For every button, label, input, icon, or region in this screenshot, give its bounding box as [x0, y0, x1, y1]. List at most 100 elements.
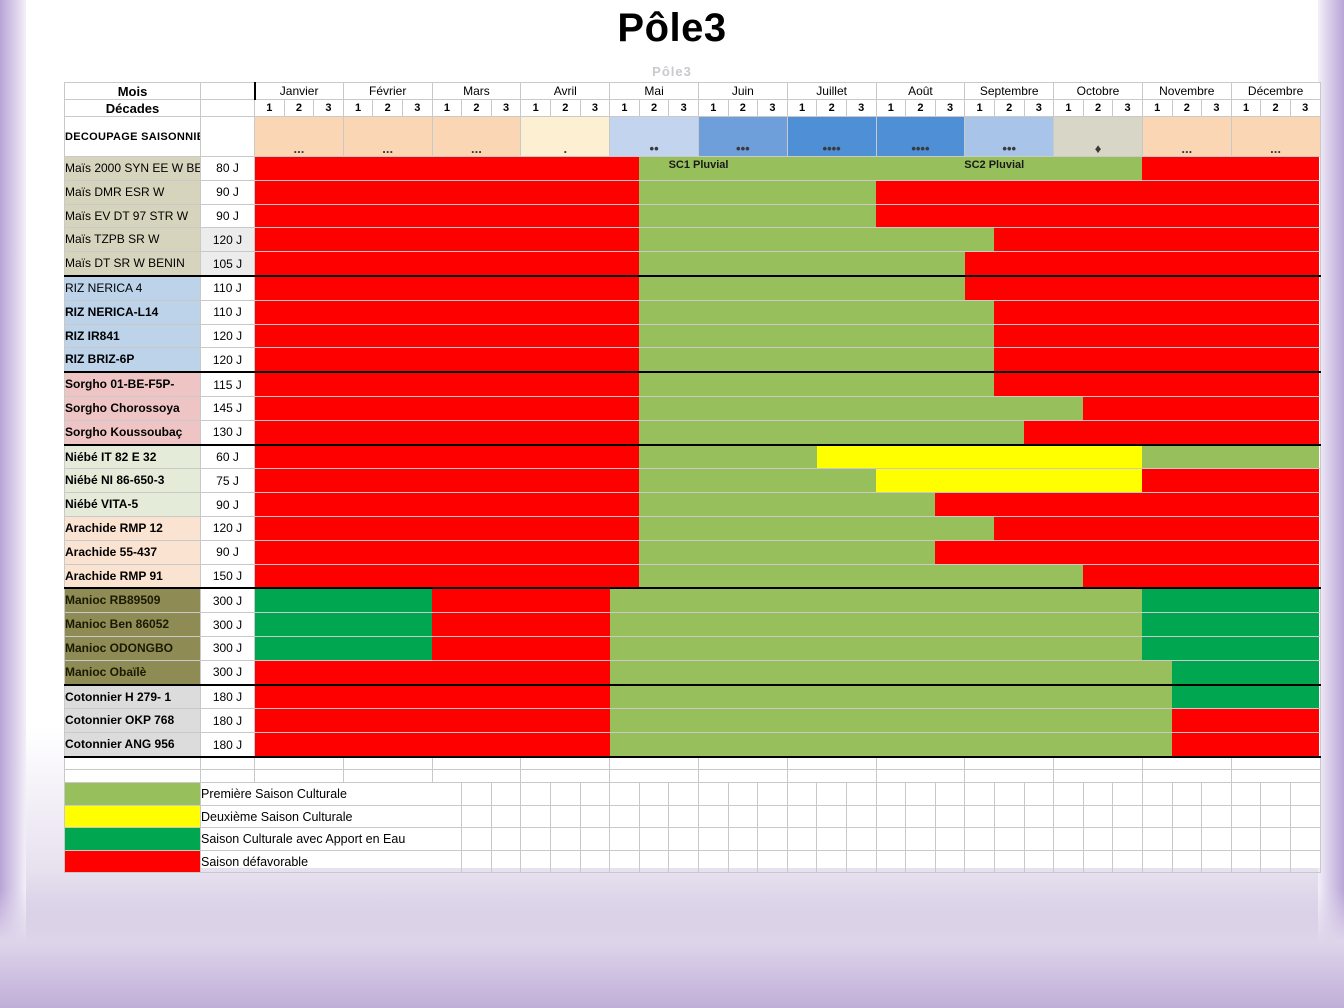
table-row[interactable]: Manioc RB89509 300 J: [64, 587, 1321, 614]
table-row[interactable]: RIZ NERICA-L14 110 J: [64, 299, 1321, 325]
crop-season-bar[interactable]: [254, 563, 1321, 589]
crop-cycle-days: 75 J: [200, 468, 255, 494]
crop-season-bar[interactable]: [254, 468, 1321, 494]
table-row[interactable]: Sorgho Chorossoya 145 J: [64, 395, 1321, 421]
crop-season-bar[interactable]: [254, 587, 1321, 614]
crop-season-bar[interactable]: SC1 Pluvial SC2 Pluvial: [254, 156, 1321, 181]
crop-variety-name: Cotonnier H 279- 1: [64, 683, 201, 710]
faded-title: Pôle3: [652, 64, 692, 76]
legend-filler: [490, 849, 522, 874]
crop-cycle-days: 110 J: [200, 274, 255, 301]
crop-season-bar[interactable]: [254, 683, 1321, 710]
table-row[interactable]: RIZ IR841 120 J: [64, 323, 1321, 349]
table-row[interactable]: Maïs TZPB SR W 120 J: [64, 227, 1321, 253]
crop-season-bar[interactable]: [254, 612, 1321, 637]
season-segment-red: [875, 181, 1320, 204]
table-row[interactable]: Sorgho Koussoubaç 130 J: [64, 419, 1321, 446]
crop-variety-name: Niébé IT 82 E 32: [64, 443, 201, 470]
crop-season-bar[interactable]: [254, 419, 1321, 446]
spacer-cell: [1230, 755, 1321, 771]
table-row[interactable]: RIZ NERICA 4 110 J: [64, 274, 1321, 301]
table-row[interactable]: Maïs DT SR W BENIN 105 J: [64, 251, 1321, 277]
spacer-row: [64, 755, 1321, 771]
crop-cycle-days: 90 J: [200, 179, 255, 205]
table-row[interactable]: Manioc ODONGBO 300 J: [64, 635, 1321, 661]
season-segment-red: [994, 374, 1320, 396]
table-row[interactable]: Sorgho 01-BE-F5P- 115 J: [64, 371, 1321, 397]
season-annotation-2: SC2 Pluvial: [964, 159, 1025, 171]
table-row[interactable]: Manioc Obaïlè 300 J: [64, 659, 1321, 686]
table-row[interactable]: Niébé NI 86-650-3 75 J: [64, 468, 1321, 494]
legend-filler: [1171, 827, 1203, 851]
table-row[interactable]: Cotonnier H 279- 1 180 J: [64, 683, 1321, 710]
table-row[interactable]: Maïs EV DT 97 STR W 90 J: [64, 203, 1321, 229]
legend-filler: [875, 849, 907, 874]
decades-spacer: [200, 99, 255, 117]
season-segment-olive: [639, 469, 876, 492]
crop-season-bar[interactable]: [254, 179, 1321, 205]
crop-season-bar[interactable]: [254, 347, 1321, 373]
crop-season-bar[interactable]: [254, 708, 1321, 734]
window-frame-bottom: [0, 888, 1344, 1008]
season-segment-yellow: [875, 469, 1143, 492]
table-row[interactable]: Arachide RMP 12 120 J: [64, 515, 1321, 541]
month-header-5: Mai: [609, 82, 699, 100]
table-row[interactable]: Niébé VITA-5 90 J: [64, 492, 1321, 517]
table-row[interactable]: Maïs 2000 SYN EE W BE 80 J SC1 Pluvial SC2 …: [64, 156, 1321, 181]
crop-season-bar[interactable]: [254, 659, 1321, 686]
crop-season-bar[interactable]: [254, 227, 1321, 253]
table-row[interactable]: Cotonnier OKP 768 180 J: [64, 708, 1321, 734]
season-segment-red: [255, 228, 640, 251]
crop-season-bar[interactable]: [254, 443, 1321, 470]
legend-filler: [1141, 782, 1173, 806]
spacer-cell: [342, 769, 433, 784]
table-row[interactable]: Arachide RMP 91 150 J: [64, 563, 1321, 589]
crop-season-bar[interactable]: [254, 274, 1321, 301]
legend-filler: [697, 804, 729, 829]
legend-filler: [1112, 782, 1143, 806]
legend-filler: [845, 804, 877, 829]
crop-season-bar[interactable]: [254, 515, 1321, 541]
crop-season-bar[interactable]: [254, 732, 1321, 758]
decade-number: 2: [461, 99, 492, 117]
season-segment-darkgreen: [255, 637, 433, 660]
legend-row: Saison Culturale avec Apport en Eau: [64, 827, 1321, 851]
legend-filler: [816, 804, 847, 829]
seasonal-mark-5: ••: [609, 116, 699, 157]
legend-filler: [727, 849, 759, 874]
spacer-cell: [520, 769, 611, 784]
spacer-cell: [1141, 769, 1232, 784]
season-segment-red: [255, 421, 640, 444]
crop-season-bar[interactable]: [254, 492, 1321, 517]
crop-season-bar[interactable]: [254, 299, 1321, 325]
legend-filler: [638, 782, 670, 806]
crop-variety-name: Sorgho Chorossoya: [64, 395, 201, 421]
crop-season-bar[interactable]: [254, 323, 1321, 349]
month-header-1: Janvier: [253, 82, 344, 100]
table-row[interactable]: RIZ BRIZ-6P 120 J: [64, 347, 1321, 373]
crop-season-bar[interactable]: [254, 203, 1321, 229]
spacer-cell: [875, 755, 966, 771]
legend-filler: [1112, 849, 1143, 874]
legend-filler: [579, 827, 611, 851]
season-segment-red: [255, 733, 610, 756]
legend-filler: [490, 827, 522, 851]
crop-season-bar[interactable]: [254, 251, 1321, 277]
crop-cycle-days: 180 J: [200, 732, 255, 758]
crop-season-bar[interactable]: [254, 539, 1321, 565]
season-segment-olive: [639, 278, 965, 300]
crop-season-bar[interactable]: [254, 635, 1321, 661]
legend-filler: [1201, 827, 1232, 851]
table-row[interactable]: Cotonnier ANG 956 180 J: [64, 732, 1321, 758]
table-row[interactable]: Niébé IT 82 E 32 60 J: [64, 443, 1321, 470]
season-segment-olive: [639, 325, 995, 347]
legend-row: Deuxième Saison Culturale: [64, 804, 1321, 829]
legend-filler: [461, 849, 492, 874]
season-segment-red: [994, 301, 1320, 324]
crop-cycle-days: 120 J: [200, 515, 255, 541]
crop-season-bar[interactable]: [254, 371, 1321, 397]
table-row[interactable]: Manioc Ben 86052 300 J: [64, 612, 1321, 637]
crop-season-bar[interactable]: [254, 395, 1321, 421]
table-row[interactable]: Maïs DMR ESR W 90 J: [64, 179, 1321, 205]
table-row[interactable]: Arachide 55-437 90 J: [64, 539, 1321, 565]
